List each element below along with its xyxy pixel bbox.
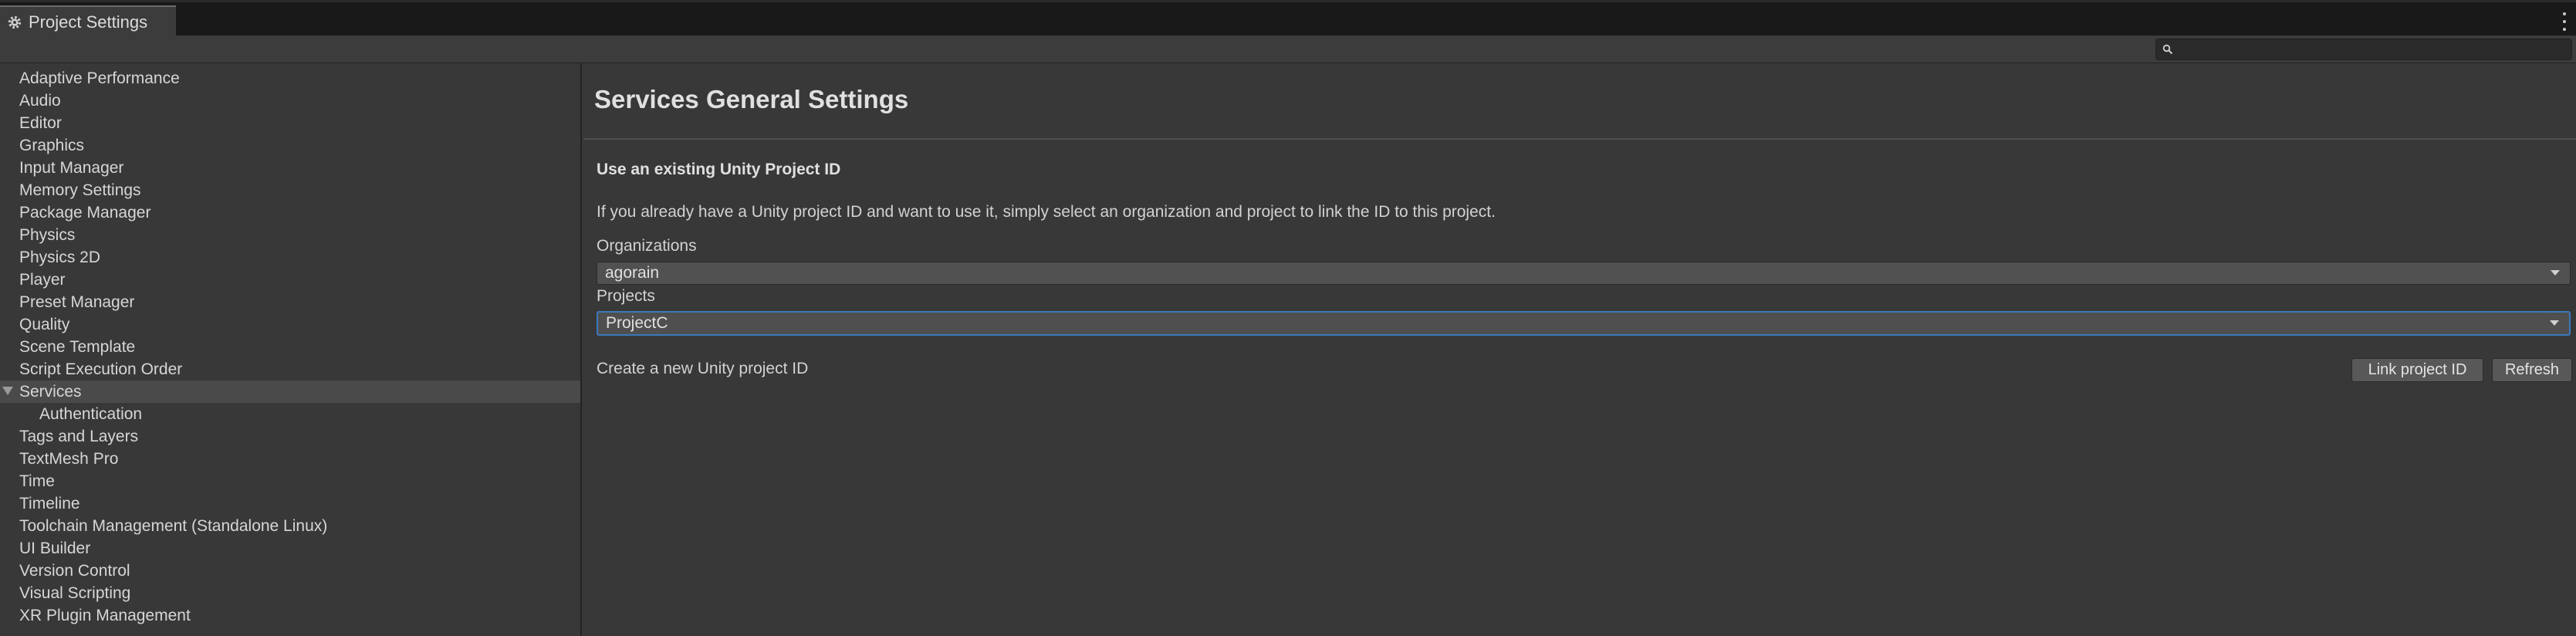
toolbar bbox=[0, 36, 2576, 63]
sidebar-item-label: TextMesh Pro bbox=[19, 449, 119, 468]
chevron-down-icon bbox=[2547, 265, 2564, 282]
sidebar-item-label: Preset Manager bbox=[19, 293, 135, 311]
sidebar-item-player[interactable]: Player bbox=[0, 269, 580, 291]
sidebar-item-label: Services bbox=[19, 382, 82, 401]
refresh-button[interactable]: Refresh bbox=[2492, 358, 2572, 382]
sidebar-item-label: Physics 2D bbox=[19, 248, 101, 266]
projects-dropdown[interactable]: ProjectC bbox=[597, 311, 2571, 336]
sidebar-item-label: Tags and Layers bbox=[19, 427, 139, 445]
sidebar-item-input-manager[interactable]: Input Manager bbox=[0, 157, 580, 179]
tab-title: Project Settings bbox=[29, 12, 148, 32]
organizations-value: agorain bbox=[605, 264, 660, 282]
sidebar-item-label: Physics bbox=[19, 225, 76, 244]
sidebar-item-physics-2d[interactable]: Physics 2D bbox=[0, 246, 580, 269]
sidebar-item-label: UI Builder bbox=[19, 539, 91, 557]
organizations-label: Organizations bbox=[597, 237, 697, 255]
sidebar-item-label: Quality bbox=[19, 315, 70, 333]
create-project-id-label: Create a new Unity project ID bbox=[597, 360, 809, 377]
projects-value: ProjectC bbox=[606, 314, 668, 332]
foldout-expanded-icon[interactable] bbox=[2, 387, 13, 395]
sidebar-item-label: Script Execution Order bbox=[19, 360, 183, 378]
sidebar-item-toolchain-management[interactable]: Toolchain Management (Standalone Linux) bbox=[0, 515, 580, 537]
sidebar-item-ui-builder[interactable]: UI Builder bbox=[0, 537, 580, 560]
sidebar-item-physics[interactable]: Physics bbox=[0, 224, 580, 246]
sidebar-item-label: Editor bbox=[19, 113, 62, 132]
sidebar-item-label: Audio bbox=[19, 91, 61, 110]
sidebar-item-scene-template[interactable]: Scene Template bbox=[0, 336, 580, 358]
sidebar-item-label: Toolchain Management (Standalone Linux) bbox=[19, 516, 328, 535]
sidebar-item-textmesh-pro[interactable]: TextMesh Pro bbox=[0, 448, 580, 470]
sidebar-item-editor[interactable]: Editor bbox=[0, 112, 580, 134]
sidebar-item-label: Scene Template bbox=[19, 337, 136, 356]
sidebar-item-xr-plugin-management[interactable]: XR Plugin Management bbox=[0, 604, 580, 627]
search-icon bbox=[2159, 41, 2176, 58]
window-titlebar: Project Settings bbox=[0, 0, 2576, 38]
sidebar-item-services[interactable]: Services bbox=[0, 381, 580, 403]
settings-sidebar: Adaptive Performance Audio Editor Graphi… bbox=[0, 63, 582, 636]
sidebar-item-label: Version Control bbox=[19, 561, 130, 580]
chevron-down-icon bbox=[2546, 315, 2563, 332]
sidebar-item-version-control[interactable]: Version Control bbox=[0, 560, 580, 582]
sidebar-item-label: Graphics bbox=[19, 136, 85, 154]
search-input[interactable] bbox=[2176, 39, 2571, 59]
title-divider bbox=[583, 138, 2576, 140]
sidebar-item-timeline[interactable]: Timeline bbox=[0, 492, 580, 515]
sidebar-item-label: Package Manager bbox=[19, 203, 151, 222]
sidebar-item-label: Adaptive Performance bbox=[19, 69, 180, 87]
sidebar-item-memory-settings[interactable]: Memory Settings bbox=[0, 179, 580, 201]
sidebar-item-time[interactable]: Time bbox=[0, 470, 580, 492]
sidebar-item-label: XR Plugin Management bbox=[19, 606, 191, 624]
sidebar-item-label: Timeline bbox=[19, 494, 80, 513]
sidebar-item-script-execution-order[interactable]: Script Execution Order bbox=[0, 358, 580, 381]
sidebar-item-audio[interactable]: Audio bbox=[0, 90, 580, 112]
sidebar-item-visual-scripting[interactable]: Visual Scripting bbox=[0, 582, 580, 604]
sidebar-item-tags-and-layers[interactable]: Tags and Layers bbox=[0, 425, 580, 448]
sidebar-item-graphics[interactable]: Graphics bbox=[0, 134, 580, 157]
section-description: If you already have a Unity project ID a… bbox=[597, 203, 1496, 221]
sidebar-item-authentication[interactable]: Authentication bbox=[0, 403, 580, 425]
settings-main-panel: Services General Settings Use an existin… bbox=[583, 63, 2576, 636]
sidebar-item-label: Input Manager bbox=[19, 158, 124, 177]
projects-label: Projects bbox=[597, 287, 655, 305]
page-title: Services General Settings bbox=[594, 85, 909, 113]
sidebar-item-label: Player bbox=[19, 270, 66, 289]
sidebar-item-quality[interactable]: Quality bbox=[0, 313, 580, 336]
tab-project-settings[interactable]: Project Settings bbox=[0, 5, 176, 38]
sidebar-item-package-manager[interactable]: Package Manager bbox=[0, 201, 580, 224]
sidebar-item-preset-manager[interactable]: Preset Manager bbox=[0, 291, 580, 313]
gear-icon bbox=[5, 13, 24, 32]
section-heading: Use an existing Unity Project ID bbox=[597, 161, 841, 178]
organizations-dropdown[interactable]: agorain bbox=[597, 262, 2571, 285]
sidebar-item-label: Memory Settings bbox=[19, 181, 141, 199]
kebab-menu-icon[interactable] bbox=[2557, 10, 2571, 33]
sidebar-item-adaptive-performance[interactable]: Adaptive Performance bbox=[0, 67, 580, 90]
link-project-id-button[interactable]: Link project ID bbox=[2351, 358, 2483, 382]
sidebar-item-label: Authentication bbox=[39, 404, 143, 423]
sidebar-item-label: Time bbox=[19, 472, 55, 490]
sidebar-item-label: Visual Scripting bbox=[19, 584, 131, 602]
search-field[interactable] bbox=[2155, 39, 2572, 60]
